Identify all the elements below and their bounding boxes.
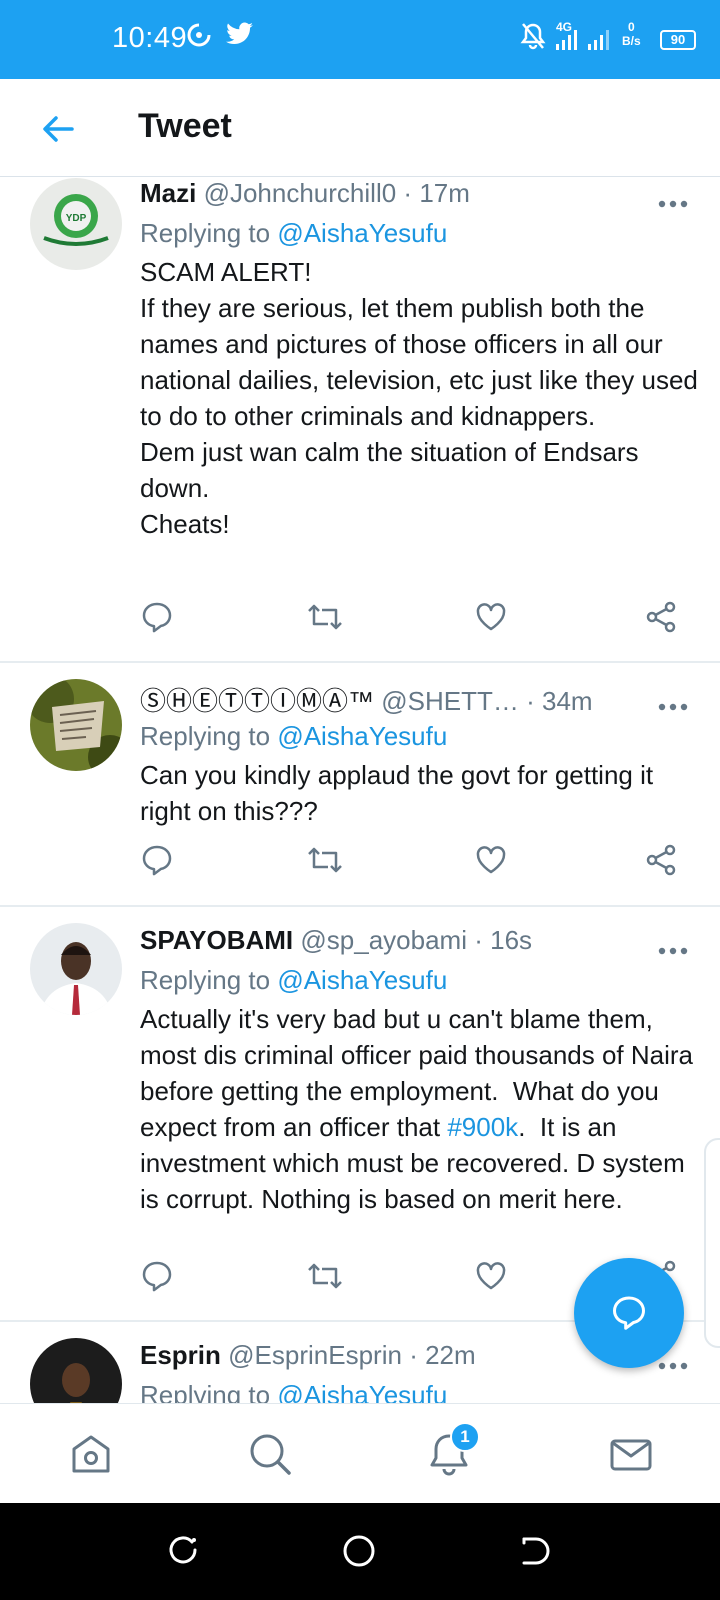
messages-icon[interactable] xyxy=(606,1429,656,1479)
reply-icon[interactable] xyxy=(140,843,174,877)
separator-dot: · xyxy=(526,686,535,716)
like-icon[interactable] xyxy=(474,1259,508,1293)
separator-dot: · xyxy=(409,1340,418,1370)
user-handle[interactable]: @SHETT… xyxy=(381,686,519,716)
avatar-logo-text: YDP xyxy=(66,213,87,224)
tweet-time: 16s xyxy=(490,925,533,955)
like-icon[interactable] xyxy=(474,600,508,634)
tweet-text: SCAM ALERT! If they are serious, let the… xyxy=(140,257,698,539)
replying-to: Replying to @AishaYesufu xyxy=(140,1380,447,1403)
system-navigation-bar xyxy=(0,1503,720,1600)
separator-dot: · xyxy=(474,925,483,955)
more-options-icon[interactable] xyxy=(658,1358,688,1370)
reply-icon[interactable] xyxy=(140,1259,174,1293)
tweet-time: 17m xyxy=(419,178,470,208)
reply-feed[interactable]: YDP Mazi @Johnchurchill0 · 17m Replying … xyxy=(0,178,720,1403)
avatar[interactable] xyxy=(30,923,122,1015)
replying-to-label: Replying to xyxy=(140,965,271,995)
tweet-actions xyxy=(140,843,700,879)
reply-icon[interactable] xyxy=(140,600,174,634)
hotspot-icon xyxy=(186,22,212,53)
mention-link[interactable]: @AishaYesufu xyxy=(277,721,447,751)
signal-icon xyxy=(556,30,578,55)
back-button-icon[interactable] xyxy=(518,1533,552,1572)
tweet-text: Can you kindly applaud the govt for gett… xyxy=(140,760,661,826)
tweet-card[interactable]: ⓈⒽⒺⓉⓉⒾⓂⒶ™ @SHETT… · 34m Replying to @Ais… xyxy=(0,663,720,907)
speed-value: 0 xyxy=(628,20,635,34)
tweet-time: 34m xyxy=(542,686,593,716)
recent-apps-icon[interactable] xyxy=(166,1533,200,1572)
user-handle[interactable]: @EsprinEsprin xyxy=(228,1340,402,1370)
mention-link[interactable]: @AishaYesufu xyxy=(277,218,447,248)
separator-dot: · xyxy=(403,178,413,208)
reply-icon xyxy=(613,1296,645,1330)
replying-to-label: Replying to xyxy=(140,721,271,751)
compose-reply-button[interactable] xyxy=(574,1258,684,1368)
search-icon[interactable] xyxy=(245,1429,295,1479)
tweet-card[interactable]: YDP Mazi @Johnchurchill0 · 17m Replying … xyxy=(0,178,720,663)
more-options-icon[interactable] xyxy=(658,943,688,955)
page-title: Tweet xyxy=(138,107,232,145)
mention-link[interactable]: @AishaYesufu xyxy=(277,1380,447,1403)
tweet-header: Mazi @Johnchurchill0 · 17m xyxy=(140,178,700,209)
app-header: Tweet xyxy=(0,79,720,177)
tweet-text: Actually it's very bad but u can't blame… xyxy=(140,1001,700,1217)
replying-to: Replying to @AishaYesufu xyxy=(140,218,447,249)
user-handle[interactable]: @Johnchurchill0 xyxy=(204,178,397,208)
retweet-icon[interactable] xyxy=(306,1259,342,1293)
like-icon[interactable] xyxy=(474,843,508,877)
replying-to: Replying to @AishaYesufu xyxy=(140,721,447,752)
replying-to-label: Replying to xyxy=(140,1380,271,1403)
notification-badge: 1 xyxy=(450,1422,480,1452)
tweet-header: ⓈⒽⒺⓉⓉⒾⓂⒶ™ @SHETT… · 34m xyxy=(140,681,700,718)
status-bar: 10:49 4G 0 B/s 90 xyxy=(0,0,720,79)
edge-panel-handle[interactable] xyxy=(704,1138,720,1348)
retweet-icon[interactable] xyxy=(306,843,342,877)
arrow-left-icon[interactable] xyxy=(38,109,78,149)
status-time: 10:49 xyxy=(112,22,188,54)
avatar[interactable] xyxy=(30,679,122,771)
retweet-icon[interactable] xyxy=(306,600,342,634)
display-name[interactable]: SPAYOBAMI xyxy=(140,925,293,955)
tweet-header: SPAYOBAMI @sp_ayobami · 16s xyxy=(140,925,700,956)
replying-to: Replying to @AishaYesufu xyxy=(140,965,447,996)
share-icon[interactable] xyxy=(644,843,678,877)
twitter-bird-icon xyxy=(226,22,254,51)
tweet-actions xyxy=(140,600,700,636)
display-name[interactable]: Mazi xyxy=(140,178,196,208)
mention-link[interactable]: @AishaYesufu xyxy=(277,965,447,995)
share-icon[interactable] xyxy=(644,600,678,634)
avatar[interactable] xyxy=(30,1338,122,1403)
network-speed: 0 B/s xyxy=(622,20,641,48)
display-name[interactable]: ⓈⒽⒺⓉⓉⒾⓂⒶ™ xyxy=(140,686,374,716)
more-options-icon[interactable] xyxy=(658,699,688,711)
mute-icon xyxy=(520,22,546,55)
battery-indicator: 90 xyxy=(660,30,696,50)
avatar[interactable]: YDP xyxy=(30,178,122,270)
display-name[interactable]: Esprin xyxy=(140,1340,221,1370)
signal-icon xyxy=(588,30,610,55)
tweet-time: 22m xyxy=(425,1340,476,1370)
speed-unit: B/s xyxy=(622,34,641,48)
home-button-icon[interactable] xyxy=(341,1533,377,1574)
home-icon[interactable] xyxy=(66,1429,116,1479)
user-handle[interactable]: @sp_ayobami xyxy=(300,925,467,955)
replying-to-label: Replying to xyxy=(140,218,271,248)
hashtag-link[interactable]: #900k xyxy=(447,1112,518,1142)
bottom-navigation: 1 xyxy=(0,1403,720,1503)
more-options-icon[interactable] xyxy=(658,196,688,208)
